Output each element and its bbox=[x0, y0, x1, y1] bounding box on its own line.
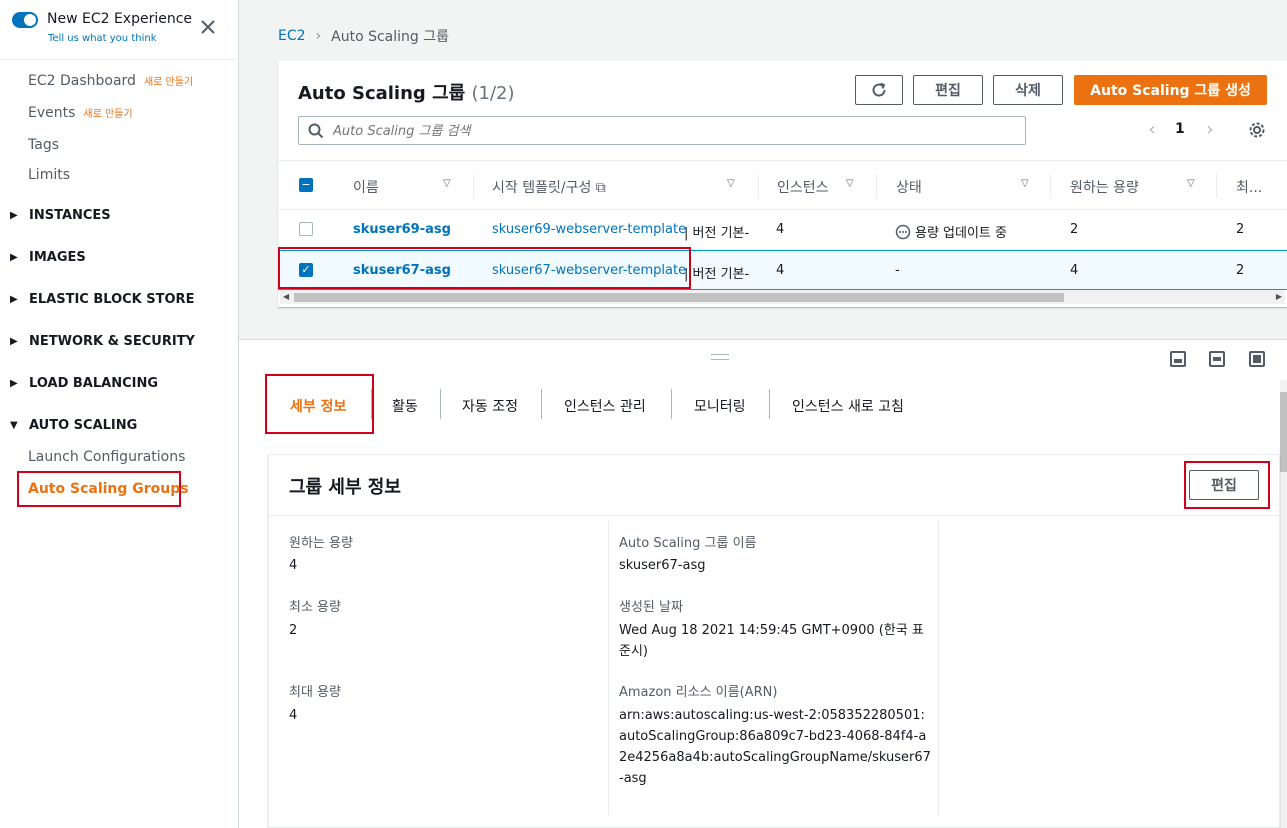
panel-full-icon[interactable] bbox=[1249, 351, 1265, 367]
external-link-icon: ⧉ bbox=[595, 180, 606, 196]
page-number[interactable]: 1 bbox=[1175, 121, 1185, 137]
create-asg-button[interactable]: Auto Scaling 그룹 생성 bbox=[1074, 75, 1267, 105]
sort-icon[interactable]: ▽ bbox=[1021, 178, 1029, 189]
column-name[interactable]: 이름 bbox=[353, 177, 379, 197]
tab-monitoring[interactable]: 모니터링 bbox=[694, 396, 746, 416]
sidebar-section-instances[interactable]: ▶ INSTANCES bbox=[10, 208, 111, 223]
group-details-card: 그룹 세부 정보 편집 원하는 용량 4 최소 용량 2 최대 용량 4 Aut… bbox=[268, 454, 1280, 828]
sidebar-item-events[interactable]: Events 새로 만들기 bbox=[28, 105, 133, 121]
asg-name-label: Auto Scaling 그룹 이름 bbox=[619, 536, 757, 551]
status-cell: 용량 업데이트 중 bbox=[895, 222, 1007, 241]
arn-value: arn:aws:autoscaling:us-west-2:0583522805… bbox=[619, 708, 931, 786]
table-row[interactable]: skuser69-asg skuser69-webserver-template… bbox=[278, 210, 1287, 250]
refresh-button[interactable] bbox=[855, 75, 903, 105]
vertical-scrollbar[interactable] bbox=[1280, 380, 1287, 828]
refresh-icon bbox=[872, 82, 886, 97]
table-header: − 이름 ▽ 시작 템플릿/구성 ⧉ ▽ 인스턴스 ▽ 상태 ▽ 원하는 용량 … bbox=[278, 160, 1287, 210]
status-cell: - bbox=[895, 263, 900, 278]
asg-name-link[interactable]: skuser69-asg bbox=[353, 222, 451, 237]
desired-capacity-label: 원하는 용량 bbox=[289, 536, 353, 551]
panel-side-icon[interactable] bbox=[1209, 351, 1225, 367]
active-tab-highlight bbox=[265, 374, 374, 434]
template-version: | 버전 기본- bbox=[684, 267, 750, 282]
column-instances[interactable]: 인스턴스 bbox=[777, 177, 829, 197]
caret-right-icon: ▶ bbox=[10, 252, 18, 263]
max-capacity-value: 4 bbox=[289, 708, 298, 723]
sidebar-section-auto-scaling[interactable]: ▼ AUTO SCALING bbox=[10, 418, 137, 433]
caret-right-icon: ▶ bbox=[10, 210, 18, 221]
tab-instance-management[interactable]: 인스턴스 관리 bbox=[564, 396, 646, 416]
panel-bottom-icon[interactable] bbox=[1170, 351, 1186, 367]
search-icon bbox=[308, 123, 324, 139]
edit-button[interactable]: 편집 bbox=[913, 75, 983, 105]
desired-capacity-value: 4 bbox=[289, 558, 298, 573]
min-capacity: 2 bbox=[1236, 263, 1245, 278]
gear-icon[interactable] bbox=[1248, 121, 1266, 139]
sidebar-section-load-balancing[interactable]: ▶ LOAD BALANCING bbox=[10, 376, 158, 391]
column-desired[interactable]: 원하는 용량 bbox=[1070, 177, 1139, 197]
instances-count: 4 bbox=[776, 222, 785, 237]
created-date-label: 생성된 날짜 bbox=[619, 600, 683, 615]
experience-toggle[interactable] bbox=[12, 12, 38, 28]
experience-title: New EC2 Experience bbox=[47, 11, 193, 27]
sidebar-section-images[interactable]: ▶ IMAGES bbox=[10, 250, 86, 265]
sort-icon[interactable]: ▽ bbox=[727, 178, 735, 189]
sort-icon[interactable]: ▽ bbox=[443, 178, 451, 189]
desired-capacity: 2 bbox=[1070, 222, 1079, 237]
panel-title: Auto Scaling 그룹 (1/2) bbox=[298, 83, 515, 104]
row-checkbox[interactable] bbox=[299, 222, 313, 236]
sidebar-section-ebs[interactable]: ▶ ELASTIC BLOCK STORE bbox=[10, 292, 194, 307]
arn-label: Amazon 리소스 이름(ARN) bbox=[619, 685, 778, 700]
sort-icon[interactable]: ▽ bbox=[846, 178, 854, 189]
column-min[interactable]: 최... bbox=[1236, 177, 1262, 197]
next-page-icon[interactable]: › bbox=[1202, 121, 1218, 139]
breadcrumb-ec2[interactable]: EC2 bbox=[278, 28, 306, 44]
chevron-right-icon: › bbox=[315, 28, 322, 44]
caret-right-icon: ▶ bbox=[10, 294, 18, 305]
template-version: | 버전 기본- bbox=[684, 226, 750, 241]
max-capacity-label: 최대 용량 bbox=[289, 685, 341, 700]
sort-icon[interactable]: ▽ bbox=[1187, 178, 1195, 189]
in-progress-icon bbox=[895, 224, 911, 239]
horizontal-scrollbar[interactable]: ◀ ▶ bbox=[280, 290, 1285, 304]
edit-button-highlight bbox=[1184, 461, 1270, 509]
sidebar-item-limits[interactable]: Limits bbox=[28, 167, 70, 183]
breadcrumb: EC2 › Auto Scaling 그룹 bbox=[278, 26, 449, 46]
delete-button[interactable]: 삭제 bbox=[993, 75, 1063, 105]
breadcrumb-current: Auto Scaling 그룹 bbox=[331, 29, 450, 45]
min-capacity: 2 bbox=[1236, 222, 1245, 237]
min-capacity-value: 2 bbox=[289, 623, 298, 638]
desired-capacity: 4 bbox=[1070, 263, 1079, 278]
column-status[interactable]: 상태 bbox=[896, 177, 922, 197]
sidebar-item-auto-scaling-groups[interactable]: Auto Scaling Groups bbox=[17, 471, 189, 507]
feedback-link[interactable]: Tell us what you think bbox=[48, 33, 157, 44]
selected-row-highlight bbox=[278, 247, 691, 289]
close-icon[interactable] bbox=[199, 18, 217, 36]
auto-scaling-groups-panel: Auto Scaling 그룹 (1/2) 편집 삭제 Auto Scaling… bbox=[278, 61, 1287, 307]
template-link[interactable]: skuser69-webserver-template bbox=[492, 222, 686, 237]
sidebar: New EC2 Experience Tell us what you thin… bbox=[0, 0, 239, 828]
tab-instance-refresh[interactable]: 인스턴스 새로 고침 bbox=[792, 396, 904, 416]
instances-count: 4 bbox=[776, 263, 785, 278]
sidebar-section-network[interactable]: ▶ NETWORK & SECURITY bbox=[10, 334, 195, 349]
caret-down-icon: ▼ bbox=[10, 420, 18, 431]
column-template[interactable]: 시작 템플릿/구성 ⧉ bbox=[492, 177, 606, 197]
resize-handle-icon[interactable] bbox=[711, 354, 729, 360]
search-input[interactable] bbox=[333, 121, 1013, 141]
sidebar-item-ec2-dashboard[interactable]: EC2 Dashboard 새로 만들기 bbox=[28, 73, 193, 89]
caret-right-icon: ▶ bbox=[10, 378, 18, 389]
sidebar-item-tags[interactable]: Tags bbox=[28, 137, 59, 153]
sidebar-item-launch-configurations[interactable]: Launch Configurations bbox=[28, 449, 185, 465]
created-date-value: Wed Aug 18 2021 14:59:45 GMT+0900 (한국 표준… bbox=[619, 623, 924, 659]
search-box[interactable] bbox=[298, 116, 1026, 145]
caret-right-icon: ▶ bbox=[10, 336, 18, 347]
min-capacity-label: 최소 용량 bbox=[289, 600, 341, 615]
select-all-checkbox[interactable]: − bbox=[299, 178, 313, 192]
prev-page-icon[interactable]: ‹ bbox=[1144, 121, 1160, 139]
tab-activity[interactable]: 활동 bbox=[392, 396, 418, 416]
tab-auto-scaling[interactable]: 자동 조정 bbox=[462, 396, 518, 416]
asg-name-value: skuser67-asg bbox=[619, 558, 706, 573]
card-title: 그룹 세부 정보 bbox=[289, 477, 401, 498]
